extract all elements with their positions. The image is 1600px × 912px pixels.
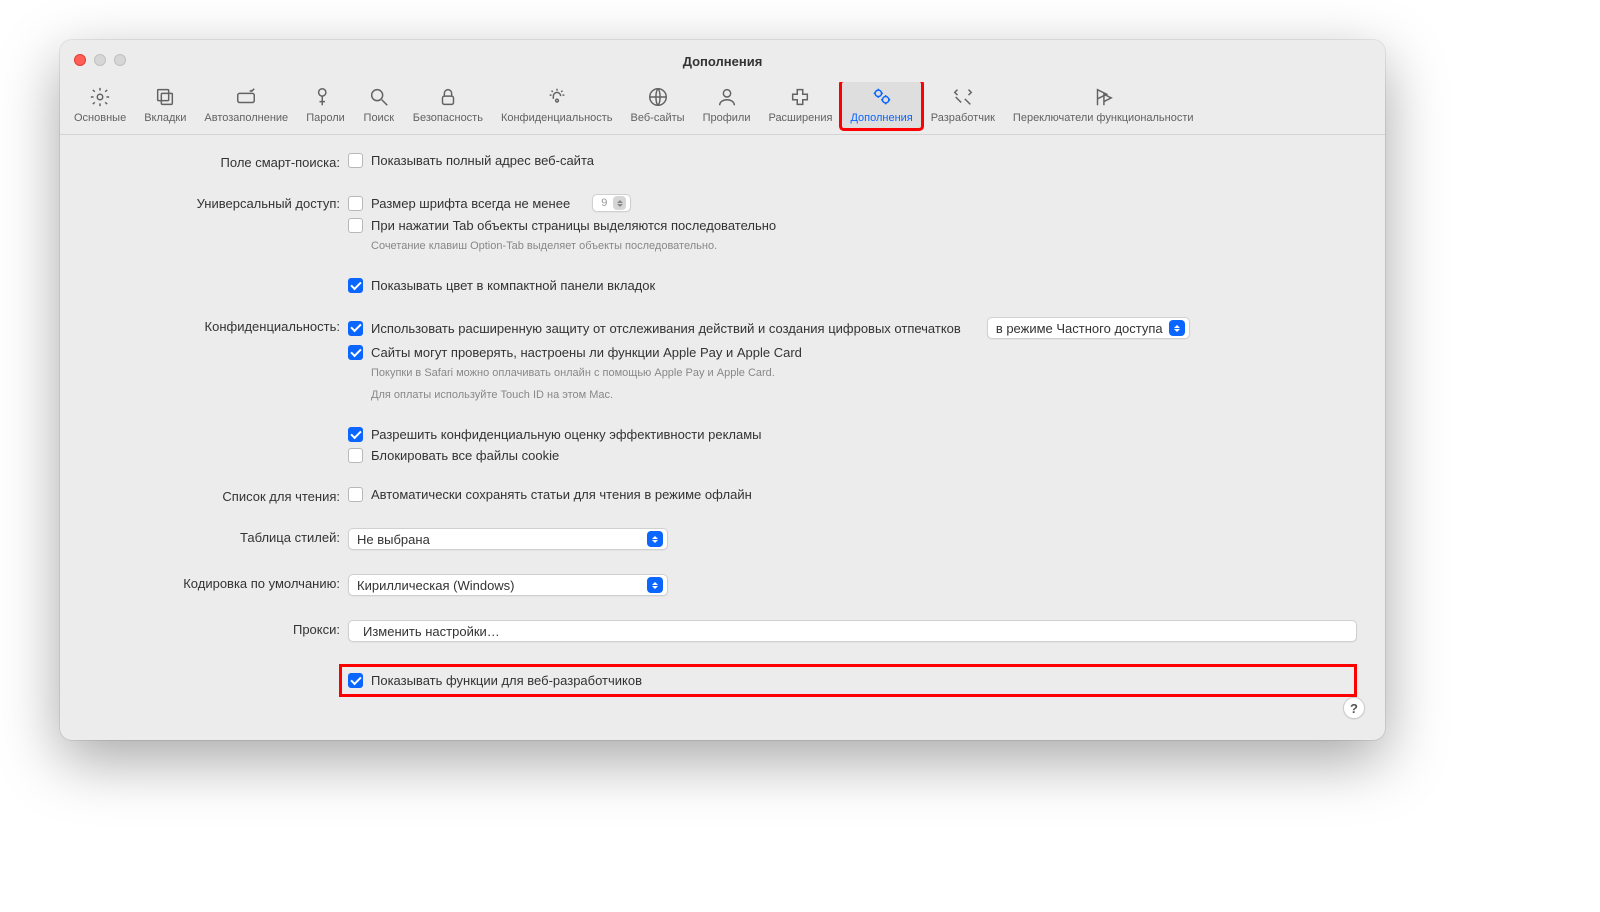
checkbox-tab-highlight[interactable] bbox=[348, 218, 363, 233]
text-tracking-protection: Использовать расширенную защиту от отсле… bbox=[371, 321, 961, 336]
toolbar-label: Разработчик bbox=[931, 112, 995, 124]
text-apple-pay: Сайты могут проверять, настроены ли функ… bbox=[371, 345, 802, 360]
label-stylesheet: Таблица стилей: bbox=[88, 528, 348, 545]
label-privacy: Конфиденциальность: bbox=[88, 317, 348, 334]
toolbar-item-feature-flags[interactable]: Переключатели функциональности bbox=[1005, 82, 1202, 128]
checkbox-auto-save-offline[interactable] bbox=[348, 487, 363, 502]
toolbar-item-security[interactable]: Безопасность bbox=[405, 82, 491, 128]
checkbox-tracking-protection[interactable] bbox=[348, 321, 363, 336]
toolbar-label: Пароли bbox=[306, 112, 345, 124]
toolbar-item-search[interactable]: Поиск bbox=[355, 82, 403, 128]
text-tab-highlight: При нажатии Tab объекты страницы выделяю… bbox=[371, 218, 776, 233]
zoom-window-button[interactable] bbox=[114, 54, 126, 66]
text-show-full-url: Показывать полный адрес веб-сайта bbox=[371, 153, 594, 168]
label-reading-list: Список для чтения: bbox=[88, 487, 348, 504]
label-smart-search: Поле смарт-поиска: bbox=[88, 153, 348, 170]
toolbar-item-profiles[interactable]: Профили bbox=[695, 82, 759, 128]
search-icon bbox=[368, 86, 390, 108]
toolbar-item-websites[interactable]: Веб-сайты bbox=[623, 82, 693, 128]
toolbar-item-developer[interactable]: Разработчик bbox=[923, 82, 1003, 128]
chevron-updown-icon bbox=[1169, 320, 1185, 336]
autofill-icon bbox=[235, 86, 257, 108]
minimize-window-button[interactable] bbox=[94, 54, 106, 66]
developer-icon bbox=[952, 86, 974, 108]
chevron-updown-icon bbox=[647, 577, 663, 593]
checkbox-min-font[interactable] bbox=[348, 196, 363, 211]
toolbar-item-tabs[interactable]: Вкладки bbox=[136, 82, 194, 128]
chevron-updown-icon bbox=[613, 196, 626, 210]
text-compact-color: Показывать цвет в компактной панели вкла… bbox=[371, 278, 655, 293]
toolbar: Основные Вкладки Автозаполнение Пароли Поиск… bbox=[60, 82, 1385, 135]
security-icon bbox=[437, 86, 459, 108]
checkbox-ad-measurement[interactable] bbox=[348, 427, 363, 442]
toolbar-label: Вкладки bbox=[144, 112, 186, 124]
toolbar-label: Дополнения bbox=[850, 112, 912, 124]
preferences-window: Дополнения Основные Вкладки Автозаполнение… bbox=[60, 40, 1385, 740]
extensions-icon bbox=[789, 86, 811, 108]
traffic-lights bbox=[74, 54, 126, 66]
general-icon bbox=[89, 86, 111, 108]
checkbox-show-full-url[interactable] bbox=[348, 153, 363, 168]
privacy-icon bbox=[546, 86, 568, 108]
toolbar-item-privacy[interactable]: Конфиденциальность bbox=[493, 82, 621, 128]
note-apple-pay-2: Для оплаты используйте Touch ID на этом … bbox=[348, 388, 1357, 403]
toolbar-label: Безопасность bbox=[413, 112, 483, 124]
passwords-icon bbox=[314, 86, 336, 108]
toolbar-item-advanced[interactable]: Дополнения bbox=[842, 82, 920, 128]
text-auto-save-offline: Автоматически сохранять статьи для чтени… bbox=[371, 487, 752, 502]
websites-icon bbox=[647, 86, 669, 108]
label-accessibility: Универсальный доступ: bbox=[88, 194, 348, 211]
note-tab-highlight: Сочетание клавиш Option-Tab выделяет объ… bbox=[348, 239, 1357, 254]
chevron-updown-icon bbox=[647, 531, 663, 547]
toolbar-label: Профили bbox=[703, 112, 751, 124]
select-stylesheet[interactable]: Не выбрана bbox=[348, 528, 668, 550]
label-encoding: Кодировка по умолчанию: bbox=[88, 574, 348, 591]
toolbar-item-extensions[interactable]: Расширения bbox=[760, 82, 840, 128]
checkbox-apple-pay[interactable] bbox=[348, 345, 363, 360]
note-apple-pay-1: Покупки в Safari можно оплачивать онлайн… bbox=[348, 366, 1357, 381]
checkbox-compact-color[interactable] bbox=[348, 278, 363, 293]
window-title: Дополнения bbox=[683, 54, 763, 69]
checkbox-block-cookies[interactable] bbox=[348, 448, 363, 463]
feature-flags-icon bbox=[1092, 86, 1114, 108]
toolbar-label: Расширения bbox=[768, 112, 832, 124]
checkbox-show-dev-features[interactable] bbox=[348, 673, 363, 688]
toolbar-item-passwords[interactable]: Пароли bbox=[298, 82, 353, 128]
select-encoding[interactable]: Кириллическая (Windows) bbox=[348, 574, 668, 596]
content: Поле смарт-поиска: Показывать полный адр… bbox=[60, 135, 1385, 733]
tabs-icon bbox=[154, 86, 176, 108]
toolbar-item-general[interactable]: Основные bbox=[66, 82, 134, 128]
toolbar-label: Основные bbox=[74, 112, 126, 124]
text-show-dev-features: Показывать функции для веб-разработчиков bbox=[371, 673, 642, 688]
select-min-font-size[interactable]: 9 bbox=[592, 194, 631, 212]
help-button[interactable]: ? bbox=[1343, 697, 1365, 719]
label-proxies: Прокси: bbox=[88, 620, 348, 637]
toolbar-item-autofill[interactable]: Автозаполнение bbox=[196, 82, 296, 128]
text-min-font: Размер шрифта всегда не менее bbox=[371, 196, 570, 211]
toolbar-label: Переключатели функциональности bbox=[1013, 112, 1194, 124]
titlebar: Дополнения bbox=[60, 40, 1385, 82]
toolbar-label: Веб-сайты bbox=[631, 112, 685, 124]
select-tracking-mode[interactable]: в режиме Частного доступа bbox=[987, 317, 1190, 339]
text-ad-measurement: Разрешить конфиденциальную оценку эффект… bbox=[371, 427, 762, 442]
advanced-icon bbox=[871, 86, 893, 108]
toolbar-label: Поиск bbox=[364, 112, 394, 124]
toolbar-label: Автозаполнение bbox=[204, 112, 288, 124]
highlight-dev-features: Показывать функции для веб-разработчиков bbox=[339, 664, 1357, 697]
button-change-proxies[interactable]: Изменить настройки… bbox=[348, 620, 1357, 642]
profiles-icon bbox=[716, 86, 738, 108]
text-block-cookies: Блокировать все файлы cookie bbox=[371, 448, 559, 463]
toolbar-label: Конфиденциальность bbox=[501, 112, 613, 124]
close-window-button[interactable] bbox=[74, 54, 86, 66]
